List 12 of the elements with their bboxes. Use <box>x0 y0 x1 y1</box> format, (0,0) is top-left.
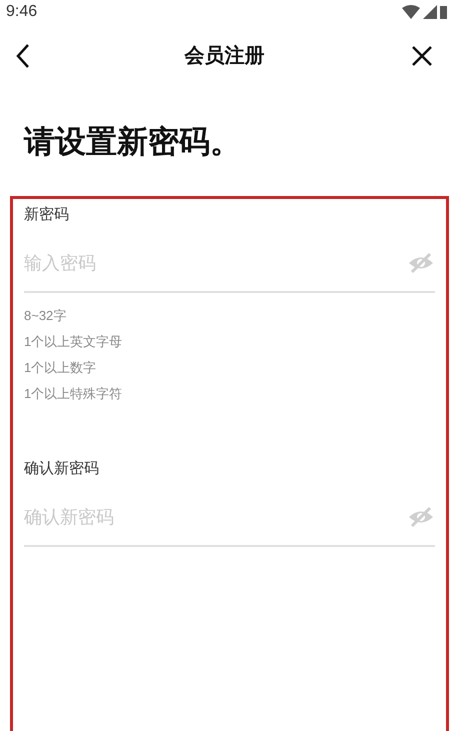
header-title: 会员注册 <box>184 44 264 69</box>
wifi-icon <box>402 5 420 19</box>
password-rule: 8~32字 <box>24 307 68 325</box>
password-rule: 1个以上英文字母 <box>24 333 124 351</box>
page-heading: 请设置新密码。 <box>24 122 241 161</box>
battery-icon <box>440 5 447 19</box>
password-rule: 1个以上数字 <box>24 359 98 377</box>
field-label: 新密码 <box>24 205 70 225</box>
password-rule: 1个以上特殊字符 <box>24 385 124 403</box>
field-label: 确认新密码 <box>24 459 100 479</box>
signal-icon <box>423 5 437 19</box>
status-time: 9:46 <box>6 2 38 22</box>
